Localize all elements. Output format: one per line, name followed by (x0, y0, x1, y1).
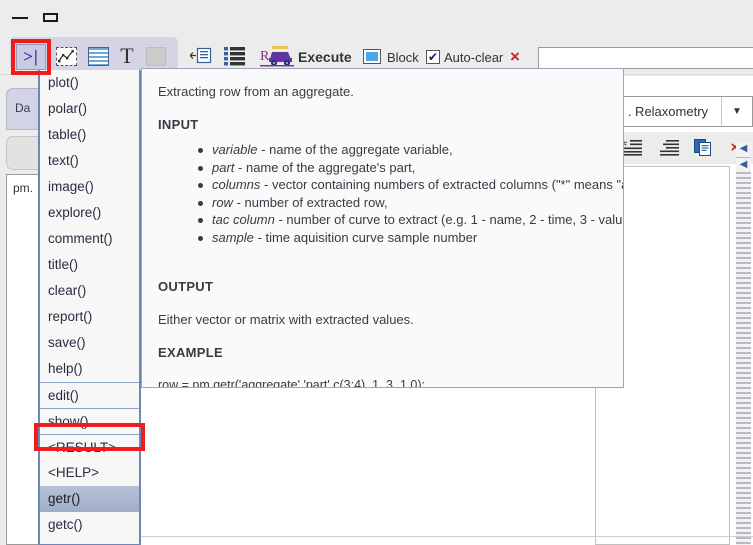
tooltip-output-heading: OUTPUT (158, 279, 214, 294)
dropdown-item[interactable]: <RESULT> (40, 434, 139, 460)
svg-text:R: R (260, 49, 270, 64)
tooltip-example-heading: EXAMPLE (158, 345, 223, 360)
dropdown-item[interactable]: clear() (40, 278, 139, 304)
chart-icon[interactable] (56, 47, 77, 66)
tooltip-param-desc: - number of curve to extract (e.g. 1 - n… (274, 212, 624, 227)
dropdown-item[interactable]: show() (40, 408, 139, 434)
title-bar (0, 0, 753, 34)
tooltip-input-heading: INPUT (158, 117, 199, 132)
dropdown-item[interactable]: comment() (40, 226, 139, 252)
tooltip-param-name: variable (212, 142, 258, 157)
run-to-icon[interactable]: >| (16, 44, 46, 70)
application-window: MR . Relaxometry ▼ # × ◀ ◀ >| T R Execut… (0, 0, 753, 545)
dropdown-item[interactable]: plot() (40, 70, 139, 96)
bottom-divider (140, 536, 753, 537)
dropdown-item[interactable]: polar() (40, 96, 139, 122)
tooltip-param: row - number of extracted row, (198, 194, 607, 212)
maximize-button[interactable] (42, 10, 60, 24)
tooltip-param: columns - vector containing numbers of e… (198, 176, 623, 194)
tooltip-param-name: row (212, 194, 233, 210)
tooltip-param-name: columns (212, 177, 261, 192)
tooltip-param: sample - time aquisition curve sample nu… (198, 229, 607, 247)
function-dropdown-menu[interactable]: plot() polar() table() text() image() explore… (38, 70, 141, 545)
tooltip-example-code: row = pm.getr('aggregate','part',c(3:4),… (158, 378, 425, 388)
dropdown-item[interactable]: getc() (40, 512, 139, 538)
dropdown-item[interactable]: report() (40, 304, 139, 330)
scroll-down-icon[interactable]: ◀ (736, 158, 751, 172)
tooltip-param-desc: - vector containing numbers of extracted… (260, 177, 624, 192)
table-icon[interactable] (88, 47, 109, 66)
dropdown-item[interactable]: text() (40, 148, 139, 174)
indent-icon[interactable] (189, 47, 212, 66)
minimize-button[interactable] (12, 10, 30, 24)
tooltip-param-name: sample (212, 229, 254, 245)
dropdown-item[interactable]: image() (40, 174, 139, 200)
autoclear-checkbox[interactable]: ✔ (426, 50, 440, 64)
numbered-list-icon[interactable]: # (623, 139, 643, 157)
dropdown-item[interactable]: edit() (40, 382, 139, 408)
copy-icon[interactable] (694, 139, 714, 157)
blank-icon[interactable] (146, 47, 166, 66)
autoclear-label[interactable]: Auto-clear (444, 50, 503, 65)
tooltip-param: part - name of the aggregate's part, (198, 159, 607, 177)
block-label[interactable]: Block (387, 50, 419, 65)
tooltip-param-desc: - time aquisition curve sample number (253, 229, 478, 245)
dropdown-item[interactable]: title() (40, 252, 139, 278)
vertical-scrollbar[interactable] (736, 142, 751, 545)
tooltip-summary: Extracting row from an aggregate. (158, 84, 354, 99)
chevron-down-icon[interactable]: ▼ (721, 97, 752, 126)
dropdown-item[interactable]: explore() (40, 200, 139, 226)
help-tooltip: Extracting row from an aggregate. INPUT … (141, 68, 624, 388)
execute-label[interactable]: Execute (298, 49, 352, 65)
tooltip-output-text: Either vector or matrix with extracted v… (158, 312, 414, 327)
tooltip-input-list: variable - name of the aggregate variabl… (158, 141, 623, 247)
tooltip-param-desc: - name of the aggregate variable, (257, 142, 453, 157)
block-icon[interactable] (363, 49, 381, 64)
list-icon[interactable] (224, 46, 246, 66)
dropdown-item[interactable]: getr() (40, 486, 139, 512)
dropdown-item[interactable]: table() (40, 122, 139, 148)
tooltip-param: variable - name of the aggregate variabl… (198, 141, 607, 159)
tooltip-param-name: tac column (212, 212, 275, 227)
tooltip-param-desc: - name of the aggregate's part, (234, 159, 416, 175)
close-icon[interactable]: × (510, 48, 520, 65)
dropdown-item[interactable]: help() (40, 356, 139, 382)
command-input[interactable] (538, 47, 753, 69)
dropdown-item[interactable]: getm() (40, 538, 139, 544)
dropdown-item[interactable]: save() (40, 330, 139, 356)
tooltip-param-desc: - number of extracted row, (232, 194, 388, 210)
tooltip-param: tac column - number of curve to extract … (198, 211, 623, 229)
dropdown-item[interactable]: <HELP> (40, 460, 139, 486)
text-icon[interactable]: T (116, 44, 138, 68)
align-right-icon[interactable] (660, 139, 680, 157)
car-icon[interactable]: R (260, 45, 294, 67)
scroll-up-icon[interactable]: ◀ (736, 142, 751, 156)
tooltip-param-name: part (212, 159, 235, 175)
